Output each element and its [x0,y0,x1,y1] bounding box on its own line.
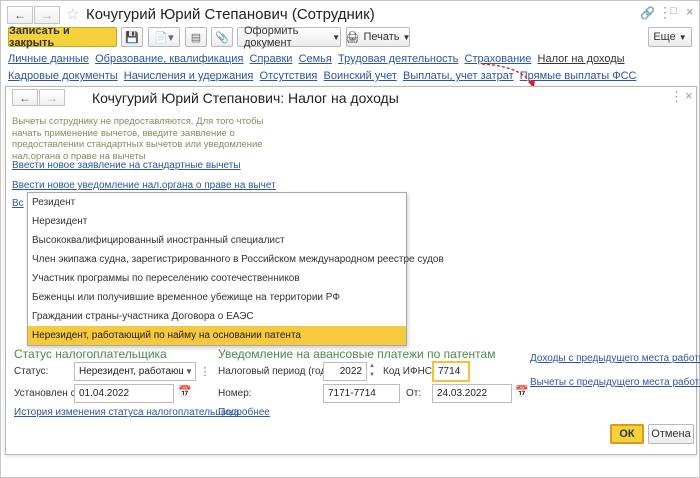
attach-button[interactable]: 📎 [211,27,233,47]
dropdown-option[interactable]: Граждании страны-участника Договора о ЕА… [28,307,406,326]
status-dropdown-button[interactable]: ▼ [183,363,195,380]
oformit-button[interactable]: Оформить документ ▼ [237,25,341,49]
more-label: Еще [653,31,676,43]
more-button[interactable]: Еще ▼ [648,27,692,47]
dropdown-option[interactable]: Резидент [28,193,406,212]
inner-close-icon[interactable]: × [685,88,693,103]
inner-menu-icon[interactable]: ⋮ [670,89,683,105]
inner-forward-button[interactable]: → [39,89,65,106]
tab-accruals[interactable]: Начисления и удержания [124,70,254,82]
oformit-label: Оформить документ [244,25,299,49]
inner-window-title: Кочугурий Юрий Степанович: Налог на дохо… [92,90,399,106]
tab-labor[interactable]: Трудовая деятельность [338,53,458,65]
dropdown-option[interactable]: Нерезидент [28,212,406,231]
status-label: Статус: [14,366,49,377]
tab-personal[interactable]: Личные данные [8,53,89,65]
outer-link-icon[interactable]: 🔗 [640,6,655,20]
calendar-icon[interactable]: 📅 [515,385,529,398]
outer-favorite-icon[interactable]: ☆ [66,5,79,23]
tab-certificates[interactable]: Справки [250,53,293,65]
established-date-value: 01.04.2022 [79,388,130,399]
deductions-info: Вычеты сотруднику не предоставляются. Дл… [12,116,263,162]
document-add-icon: 📄▾ [154,31,174,44]
outer-forward-button[interactable]: → [34,6,60,24]
inner-back-button[interactable]: ← [12,89,38,106]
number-label: Номер: [218,388,252,399]
from-date-value: 24.03.2022 [437,388,488,399]
tab-hr-docs[interactable]: Кадровые документы [8,70,118,82]
outer-back-button[interactable]: ← [7,6,33,24]
outer-window-title: Кочугурий Юрий Степанович (Сотрудник) [86,6,375,23]
status-dropdown-list: Резидент Нерезидент Высококвалифицирован… [27,192,444,346]
number-value: 7171-7714 [328,388,376,399]
ifns-label: Код ИФНС: [383,366,435,377]
status-history-link[interactable]: История изменения статуса налогоплательщ… [14,407,239,418]
chevron-down-icon: ▼ [185,367,193,376]
deductions-prev-job-link[interactable]: Вычеты с предыдущего места работы [530,377,700,388]
chevron-down-icon: ▼ [678,32,687,42]
cancel-button[interactable]: Отмена [648,424,694,444]
outer-close-icon[interactable]: × [686,4,694,19]
status-select[interactable]: Нерезидент, работающий [74,362,196,381]
ifns-field[interactable]: 7714 [432,361,470,382]
dropdown-option[interactable]: Член экипажа судна, зарегистрированного … [28,250,444,269]
status-open-button[interactable]: ⋮ [198,362,212,381]
printer-icon: 🖨 [345,31,360,44]
status-value: Нерезидент, работающий [79,366,196,377]
dropdown-option-selected[interactable]: Нерезидент, работающий по найму на основ… [28,326,406,345]
create-based-button[interactable]: 📄▾ [148,27,180,47]
save-close-button[interactable]: Записать и закрыть [8,25,117,49]
ellipsis-icon: ⋮ [199,366,211,378]
floppy-icon: 💾 [125,31,139,44]
period-label: Налоговый период (год): [218,366,333,377]
calendar-icon[interactable]: 📅 [178,385,192,398]
new-notification-link[interactable]: Ввести новое уведомление нал.органа о пр… [12,180,276,191]
dropdown-option[interactable]: Беженцы или получившие временное убежище… [28,288,406,307]
structure-button[interactable]: ▤ [185,27,207,47]
established-date-field[interactable]: 01.04.2022 [74,384,174,403]
outer-maximize-icon[interactable]: □ [670,5,677,17]
stepper-down-icon: ▼ [369,372,375,378]
dropdown-option[interactable]: Высококвалифицированный иностранный спец… [28,231,406,250]
paperclip-icon: 📎 [215,31,229,44]
status-section-title: Статус налогоплательщика [14,347,167,361]
established-label: Установлен с: [14,388,79,399]
from-label: От: [406,388,422,399]
save-button[interactable]: 💾 [121,27,143,47]
tab-income-tax[interactable]: Налог на доходы [538,53,625,65]
tab-military[interactable]: Воинский учет [324,70,397,82]
tab-family[interactable]: Семья [299,53,332,65]
all-deductions-link[interactable]: Вс [12,198,24,209]
tab-education[interactable]: Образование, квалификация [95,53,243,65]
ifns-value: 7714 [438,366,461,377]
info-line: Вычеты сотруднику не предоставляются. Дл… [12,116,264,127]
period-stepper[interactable]: ▲ ▼ [367,362,377,381]
income-prev-job-link[interactable]: Доходы с предыдущего места работы [530,353,700,364]
dropdown-option[interactable]: Участник программы по переселению соотеч… [28,269,406,288]
period-field[interactable]: 2022 [323,362,367,381]
tabs-row-2: Кадровые документы Начисления и удержани… [8,70,637,82]
number-field[interactable]: 7171-7714 [323,384,400,403]
notice-section-title: Уведомление на авансовые платежи по пате… [218,347,496,361]
stepper-up-icon: ▲ [369,363,375,369]
ok-button[interactable]: ОК [610,424,644,444]
details-link[interactable]: Подробнее [218,407,270,418]
info-line: начать применение вычетов, введите заявл… [12,127,235,139]
print-button[interactable]: 🖨 Печать ▼ [346,27,410,47]
info-line: предоставлении стандартных вычетов или у… [12,139,263,150]
chevron-down-icon: ▼ [402,32,411,42]
new-application-link[interactable]: Ввести новое заявление на стандартные вы… [12,160,241,171]
from-date-field[interactable]: 24.03.2022 [432,384,512,403]
period-value: 2022 [339,366,362,377]
list-icon: ▤ [190,31,202,44]
print-label: Печать [363,31,400,43]
chevron-down-icon: ▼ [332,32,340,42]
tab-absences[interactable]: Отсутствия [260,70,318,82]
